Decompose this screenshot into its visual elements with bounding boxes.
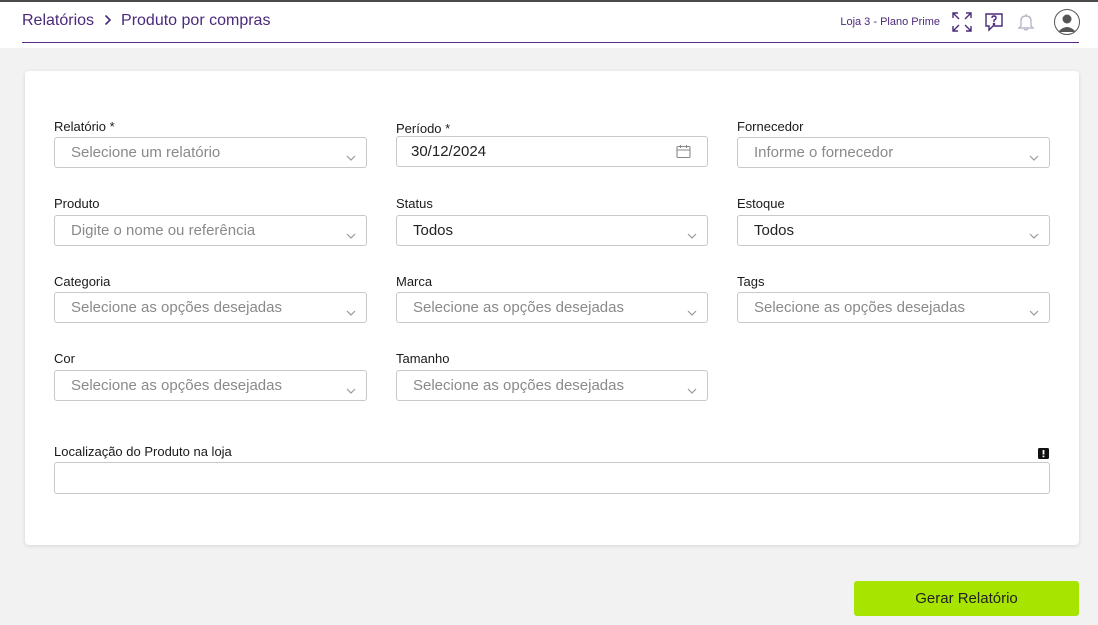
marca-select[interactable]: Selecione as opções desejadas — [396, 292, 708, 323]
calendar-icon[interactable] — [676, 144, 691, 163]
fornecedor-select[interactable]: Informe o fornecedor — [737, 137, 1050, 168]
breadcrumb-parent-link[interactable]: Relatórios — [22, 12, 94, 30]
cor-placeholder: Selecione as opções desejadas — [71, 377, 282, 394]
chevron-down-icon — [346, 226, 356, 243]
fullscreen-icon[interactable] — [950, 10, 974, 34]
chevron-down-icon — [346, 148, 356, 165]
header-actions: Loja 3 - Plano Prime — [840, 9, 1080, 35]
notification-bell-icon[interactable] — [1014, 10, 1038, 34]
top-bar: Relatórios Produto por compras Loja 3 - … — [0, 2, 1098, 48]
relatorio-select[interactable]: Selecione um relatório — [54, 137, 367, 168]
chevron-down-icon — [346, 381, 356, 398]
tamanho-select[interactable]: Selecione as opções desejadas — [396, 370, 708, 401]
tamanho-label: Tamanho — [396, 351, 450, 366]
breadcrumb-current: Produto por compras — [121, 12, 271, 29]
chevron-down-icon — [1029, 226, 1039, 243]
tags-placeholder: Selecione as opções desejadas — [754, 299, 965, 316]
cor-select[interactable]: Selecione as opções desejadas — [54, 370, 367, 401]
localizacao-input[interactable] — [54, 462, 1050, 494]
categoria-select[interactable]: Selecione as opções desejadas — [54, 292, 367, 323]
chevron-down-icon — [687, 303, 697, 320]
user-avatar-icon[interactable] — [1054, 9, 1080, 35]
periodo-date-input[interactable]: 30/12/2024 — [396, 136, 708, 167]
filters-card: Relatório * Selecione um relatório Perío… — [25, 71, 1079, 545]
periodo-label: Período * — [396, 121, 451, 136]
produto-label: Produto — [54, 196, 100, 211]
chevron-down-icon — [346, 303, 356, 320]
tags-select[interactable]: Selecione as opções desejadas — [737, 292, 1050, 323]
estoque-select[interactable]: Todos — [737, 215, 1050, 246]
localizacao-label: Localização do Produto na loja — [54, 444, 232, 459]
status-label: Status — [396, 196, 433, 211]
relatorio-placeholder: Selecione um relatório — [71, 144, 221, 161]
produto-select[interactable]: Digite o nome ou referência — [54, 215, 367, 246]
breadcrumb: Relatórios Produto por compras — [22, 12, 270, 30]
chevron-down-icon — [1029, 148, 1039, 165]
chevron-down-icon — [1029, 303, 1039, 320]
categoria-label: Categoria — [54, 274, 111, 289]
chevron-down-icon — [687, 226, 697, 243]
status-select[interactable]: Todos — [396, 215, 708, 246]
marca-label: Marca — [396, 274, 433, 289]
tamanho-placeholder: Selecione as opções desejadas — [413, 377, 624, 394]
generate-report-button[interactable]: Gerar Relatório — [854, 581, 1079, 616]
status-value: Todos — [413, 222, 454, 239]
cor-label: Cor — [54, 351, 75, 366]
periodo-value: 30/12/2024 — [411, 143, 487, 160]
estoque-value: Todos — [754, 222, 795, 239]
categoria-placeholder: Selecione as opções desejadas — [71, 299, 282, 316]
relatorio-label: Relatório * — [54, 119, 115, 134]
help-chat-icon[interactable] — [982, 10, 1006, 34]
store-plan-label: Loja 3 - Plano Prime — [840, 16, 940, 28]
fornecedor-placeholder: Informe o fornecedor — [754, 144, 894, 161]
produto-placeholder: Digite o nome ou referência — [71, 222, 256, 239]
fornecedor-label: Fornecedor — [737, 119, 804, 134]
marca-placeholder: Selecione as opções desejadas — [413, 299, 624, 316]
header-divider — [22, 42, 1079, 43]
estoque-label: Estoque — [737, 196, 785, 211]
chevron-right-icon — [104, 13, 112, 30]
tags-label: Tags — [737, 274, 765, 289]
chevron-down-icon — [687, 381, 697, 398]
